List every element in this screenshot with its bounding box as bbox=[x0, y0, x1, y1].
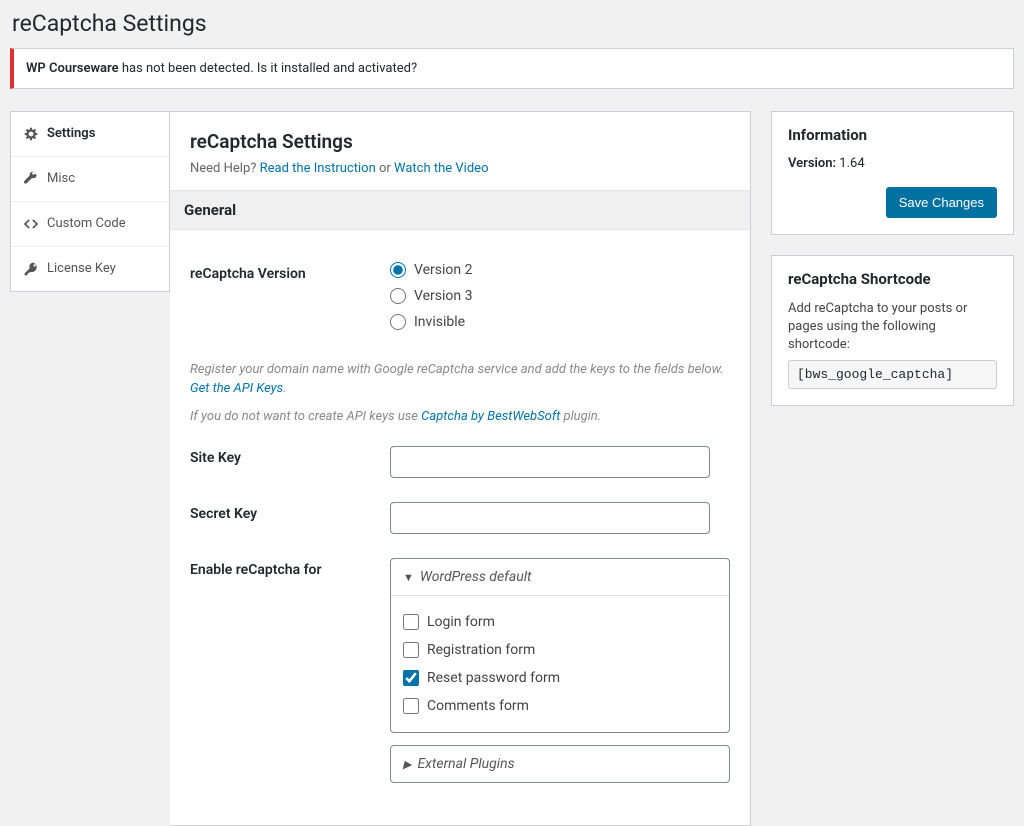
radio-version-3[interactable]: Version 3 bbox=[390, 288, 730, 304]
sidebar-item-custom-code[interactable]: Custom Code bbox=[11, 202, 169, 247]
shortcode-desc: Add reCaptcha to your posts or pages usi… bbox=[788, 300, 997, 355]
check-registration-form-input[interactable] bbox=[403, 642, 419, 658]
check-comments-form-input[interactable] bbox=[403, 698, 419, 714]
read-instruction-link[interactable]: Read the Instruction bbox=[260, 161, 376, 176]
radio-version-3-input[interactable] bbox=[390, 288, 406, 304]
sidebar-item-label: Misc bbox=[47, 171, 75, 186]
acc-wordpress-default: ▼ WordPress default Login form Registrat… bbox=[390, 558, 730, 733]
sidebar-item-label: Custom Code bbox=[47, 216, 126, 231]
sidebar-item-label: Settings bbox=[47, 126, 95, 141]
check-comments-form[interactable]: Comments form bbox=[403, 692, 717, 720]
secret-key-input[interactable] bbox=[390, 502, 710, 534]
gear-icon bbox=[23, 126, 39, 142]
secret-key-row: Secret Key bbox=[190, 490, 730, 546]
shortcode-title: reCaptcha Shortcode bbox=[788, 270, 997, 288]
enable-for-row: Enable reCaptcha for ▼ WordPress default… bbox=[190, 546, 730, 807]
shortcode-box: reCaptcha Shortcode Add reCaptcha to you… bbox=[771, 255, 1014, 407]
sidebar-item-settings[interactable]: Settings bbox=[11, 112, 169, 157]
help-line: Need Help? Read the Instruction or Watch… bbox=[190, 161, 730, 176]
notice-strong: WP Courseware bbox=[26, 61, 119, 76]
code-icon bbox=[23, 216, 39, 232]
save-changes-button[interactable]: Save Changes bbox=[886, 187, 997, 218]
check-login-form[interactable]: Login form bbox=[403, 608, 717, 636]
information-box: Information Version: 1.64 Save Changes bbox=[771, 111, 1014, 235]
warning-notice: WP Courseware has not been detected. Is … bbox=[10, 48, 1014, 89]
watch-video-link[interactable]: Watch the Video bbox=[394, 161, 488, 176]
wrench-icon bbox=[23, 171, 39, 187]
chevron-down-icon: ▼ bbox=[403, 571, 414, 584]
radio-version-2-input[interactable] bbox=[390, 262, 406, 278]
site-key-label: Site Key bbox=[190, 446, 390, 478]
check-reset-password-form-input[interactable] bbox=[403, 670, 419, 686]
sidebar-item-label: License Key bbox=[47, 261, 116, 276]
version-row: reCaptcha Version Version 2 Version 3 In… bbox=[190, 250, 730, 352]
captcha-alt-hint: If you do not want to create API keys us… bbox=[190, 407, 730, 427]
key-icon bbox=[23, 261, 39, 277]
content-panel: reCaptcha Settings Need Help? Read the I… bbox=[170, 111, 751, 826]
site-key-row: Site Key bbox=[190, 434, 730, 490]
enable-for-label: Enable reCaptcha for bbox=[190, 558, 390, 795]
shortcode-code[interactable]: [bws_google_captcha] bbox=[788, 360, 997, 389]
acc-wordpress-default-header[interactable]: ▼ WordPress default bbox=[391, 559, 729, 595]
site-key-input[interactable] bbox=[390, 446, 710, 478]
acc-external-plugins: ▶ External Plugins bbox=[390, 745, 730, 783]
notice-text: has not been detected. Is it installed a… bbox=[119, 61, 418, 76]
register-hint: Register your domain name with Google re… bbox=[190, 360, 730, 399]
version-info: Version: 1.64 bbox=[788, 156, 997, 171]
sidebar-item-license-key[interactable]: License Key bbox=[11, 247, 169, 291]
sidebar: Settings Misc Custom Code License Key bbox=[10, 111, 170, 292]
check-login-form-input[interactable] bbox=[403, 614, 419, 630]
panel-heading: reCaptcha Settings bbox=[190, 130, 730, 153]
sidebar-item-misc[interactable]: Misc bbox=[11, 157, 169, 202]
radio-invisible-input[interactable] bbox=[390, 314, 406, 330]
information-title: Information bbox=[788, 126, 997, 144]
page-title: reCaptcha Settings bbox=[0, 0, 1024, 43]
acc-external-plugins-header[interactable]: ▶ External Plugins bbox=[391, 746, 729, 782]
radio-version-2[interactable]: Version 2 bbox=[390, 262, 730, 278]
check-reset-password-form[interactable]: Reset password form bbox=[403, 664, 717, 692]
radio-invisible[interactable]: Invisible bbox=[390, 314, 730, 330]
get-api-keys-link[interactable]: Get the API Keys bbox=[190, 381, 283, 396]
secret-key-label: Secret Key bbox=[190, 502, 390, 534]
section-general: General bbox=[170, 190, 750, 230]
check-registration-form[interactable]: Registration form bbox=[403, 636, 717, 664]
version-label: reCaptcha Version bbox=[190, 262, 390, 340]
captcha-bws-link[interactable]: Captcha by BestWebSoft bbox=[421, 409, 560, 424]
